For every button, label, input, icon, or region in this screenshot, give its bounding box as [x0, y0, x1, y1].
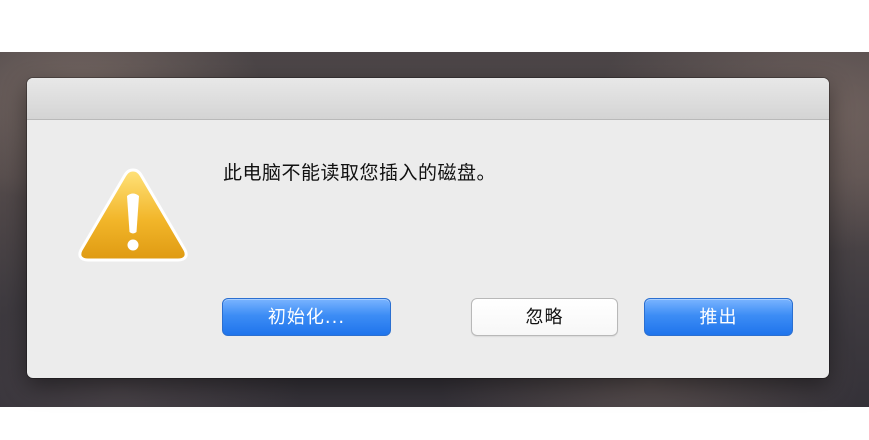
initialize-button[interactable]: 初始化...	[222, 298, 391, 336]
alert-message: 此电脑不能读取您插入的磁盘。	[223, 162, 497, 184]
disk-alert-dialog: 此电脑不能读取您插入的磁盘。 初始化... 忽略 推出	[27, 78, 829, 378]
warning-icon	[78, 168, 188, 262]
ignore-button[interactable]: 忽略	[471, 298, 618, 336]
dialog-titlebar	[27, 78, 829, 120]
eject-button[interactable]: 推出	[644, 298, 793, 336]
